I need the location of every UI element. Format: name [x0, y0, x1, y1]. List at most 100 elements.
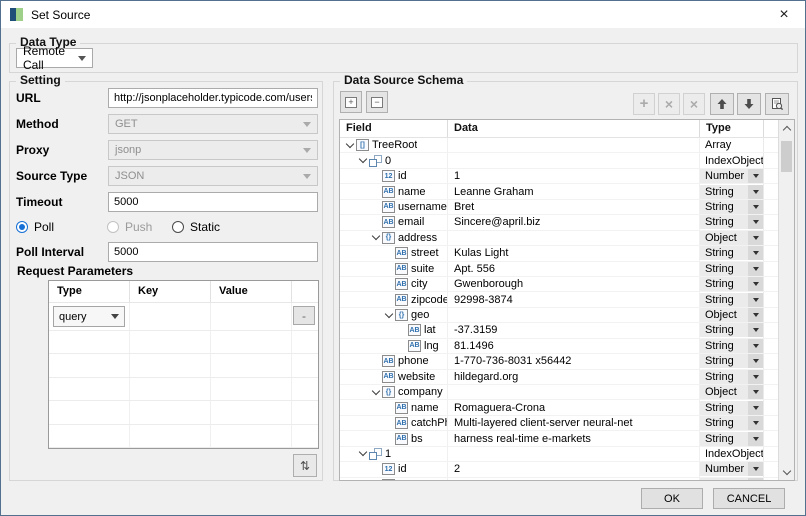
tree-data-cell: Romaguera-Crona [448, 400, 700, 414]
type-select[interactable]: String [700, 200, 763, 214]
remove-parameter-button[interactable]: - [293, 306, 315, 325]
preview-button[interactable] [765, 93, 789, 115]
tree-row[interactable]: lat-37.3159String [340, 323, 778, 338]
chevron-down-icon [303, 148, 311, 153]
tree-field-cell: name [340, 400, 448, 414]
parameter-empty-row[interactable] [49, 401, 318, 424]
type-select[interactable]: String [700, 277, 763, 291]
tree-data-cell: Sincere@april.biz [448, 215, 700, 229]
tree-row[interactable]: addressObject [340, 231, 778, 246]
type-select[interactable]: String [700, 478, 763, 480]
tree-row[interactable]: 0IndexObject [340, 153, 778, 168]
tree-type-cell: String [700, 200, 764, 214]
tree-row[interactable]: nameErvin HowellString [340, 478, 778, 480]
move-up-button[interactable] [710, 93, 734, 115]
expand-all-button[interactable]: + [340, 91, 362, 113]
chevron-down-icon [748, 277, 763, 291]
timeout-label: Timeout [16, 195, 62, 209]
cancel-button[interactable]: CANCEL [713, 488, 785, 509]
parameter-empty-row[interactable] [49, 331, 318, 354]
tree-type-cell: String [700, 184, 764, 198]
chevron-down-icon [748, 262, 763, 276]
tree-row[interactable]: 1IndexObject [340, 447, 778, 462]
scroll-down-icon[interactable] [779, 464, 794, 479]
expand-chevron-icon[interactable] [359, 448, 367, 456]
tree-row[interactable]: suiteApt. 556String [340, 262, 778, 277]
param-value-cell[interactable] [211, 303, 292, 330]
tree-row[interactable]: phone1-770-736-8031 x56442String [340, 354, 778, 369]
url-input[interactable] [108, 88, 318, 108]
expand-chevron-icon[interactable] [346, 139, 354, 147]
string-icon [395, 263, 408, 275]
type-select[interactable]: String [700, 339, 763, 353]
type-select[interactable]: String [700, 416, 763, 430]
type-select[interactable]: String [700, 432, 763, 446]
expand-chevron-icon[interactable] [372, 232, 380, 240]
param-type-select[interactable]: query [53, 306, 125, 327]
app-icon [10, 8, 23, 21]
type-select[interactable]: String [700, 215, 763, 229]
ok-button[interactable]: OK [641, 488, 703, 509]
collapse-all-button[interactable]: − [366, 91, 388, 113]
string-icon [395, 247, 408, 259]
scroll-up-icon[interactable] [779, 121, 794, 136]
type-select[interactable]: String [700, 370, 763, 384]
type-select[interactable]: String [700, 185, 763, 199]
tree-row[interactable]: catchPhraseMulti-layered client-server n… [340, 416, 778, 431]
type-select[interactable]: String [700, 293, 763, 307]
type-select[interactable]: String [700, 401, 763, 415]
poll-radio[interactable]: Poll [16, 220, 54, 234]
vertical-scrollbar[interactable] [778, 120, 794, 480]
tree-row[interactable]: cityGwenboroughString [340, 277, 778, 292]
tree-field-label: suite [411, 263, 434, 275]
type-select[interactable]: Number [700, 169, 763, 183]
timeout-input[interactable] [108, 192, 318, 212]
type-select[interactable]: Number [700, 462, 763, 476]
tree-row[interactable]: streetKulas LightString [340, 246, 778, 261]
tree-data-cell [448, 138, 700, 152]
static-radio[interactable]: Static [172, 220, 220, 234]
tree-row[interactable]: companyObject [340, 385, 778, 400]
type-value: Number [700, 170, 744, 182]
type-select[interactable]: String [700, 246, 763, 260]
parameter-empty-row[interactable] [49, 425, 318, 448]
parameter-empty-row[interactable] [49, 378, 318, 401]
type-select[interactable]: Object [700, 308, 763, 322]
column-header-field: Field [340, 120, 448, 137]
tree-row[interactable]: nameLeanne GrahamString [340, 184, 778, 199]
refresh-button[interactable]: ⇅ [293, 454, 317, 477]
data-type-select[interactable]: Remote Call [16, 48, 93, 68]
tree-row[interactable]: bsharness real-time e-marketsString [340, 431, 778, 446]
method-select: GET [108, 114, 318, 134]
tree-row[interactable]: nameRomaguera-CronaString [340, 400, 778, 415]
tree-field-label: id [398, 170, 407, 182]
type-select[interactable]: String [700, 323, 763, 337]
tree-row[interactable]: TreeRootArray [340, 138, 778, 153]
type-select[interactable]: String [700, 354, 763, 368]
scrollbar-thumb[interactable] [781, 141, 792, 172]
set-source-dialog: Set Source Data Type Remote Call Setting… [0, 0, 806, 516]
tree-row[interactable]: lng81.1496String [340, 339, 778, 354]
tree-row[interactable]: geoObject [340, 308, 778, 323]
tree-type-cell: String [700, 478, 764, 480]
tree-row[interactable]: id2Number [340, 462, 778, 477]
type-select[interactable]: Object [700, 385, 763, 399]
param-key-cell[interactable] [130, 303, 211, 330]
tree-row[interactable]: websitehildegard.orgString [340, 370, 778, 385]
expand-chevron-icon[interactable] [372, 386, 380, 394]
tree-field-label: name [398, 186, 426, 198]
tree-row[interactable]: zipcode92998-3874String [340, 292, 778, 307]
tree-row[interactable]: emailSincere@april.bizString [340, 215, 778, 230]
close-icon[interactable] [775, 6, 793, 24]
parameter-empty-row[interactable] [49, 354, 318, 377]
tree-row[interactable]: id1Number [340, 169, 778, 184]
expand-chevron-icon[interactable] [385, 309, 393, 317]
expand-chevron-icon[interactable] [359, 155, 367, 163]
tree-field-label: TreeRoot [372, 139, 417, 151]
move-down-button[interactable] [737, 93, 761, 115]
tree-row[interactable]: usernameBretString [340, 200, 778, 215]
collapse-all-icon: − [371, 97, 383, 108]
type-select[interactable]: Object [700, 231, 763, 245]
poll-interval-input[interactable] [108, 242, 318, 262]
type-select[interactable]: String [700, 262, 763, 276]
